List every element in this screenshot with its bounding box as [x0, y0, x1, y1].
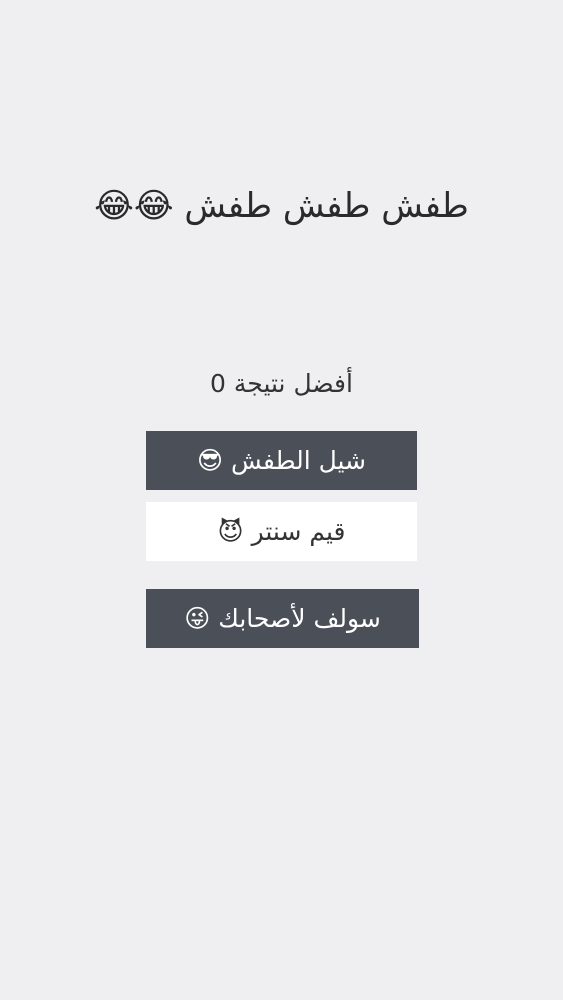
sunglasses-emoji-icon: 😎 [196, 446, 224, 475]
rate-center-label: قيم سنتر [251, 517, 346, 546]
tell-friends-button[interactable]: سولف لأصحابك 😜 [146, 589, 419, 648]
remove-boredom-label: شيل الطفش [231, 446, 367, 475]
best-score-label: أفضل نتيجة [233, 369, 353, 398]
rate-center-button[interactable]: قيم سنتر 😈 [146, 502, 417, 561]
tell-friends-label: سولف لأصحابك [218, 604, 381, 633]
devil-emoji-icon: 😈 [217, 517, 244, 546]
wink-tongue-emoji-icon: 😜 [184, 604, 211, 633]
best-score: أفضل نتيجة 0 [0, 369, 563, 398]
remove-boredom-button[interactable]: شيل الطفش 😎 [146, 431, 417, 490]
app-title: طفش طفش طفش 😂😂 [94, 186, 469, 226]
best-score-value: 0 [210, 369, 226, 398]
